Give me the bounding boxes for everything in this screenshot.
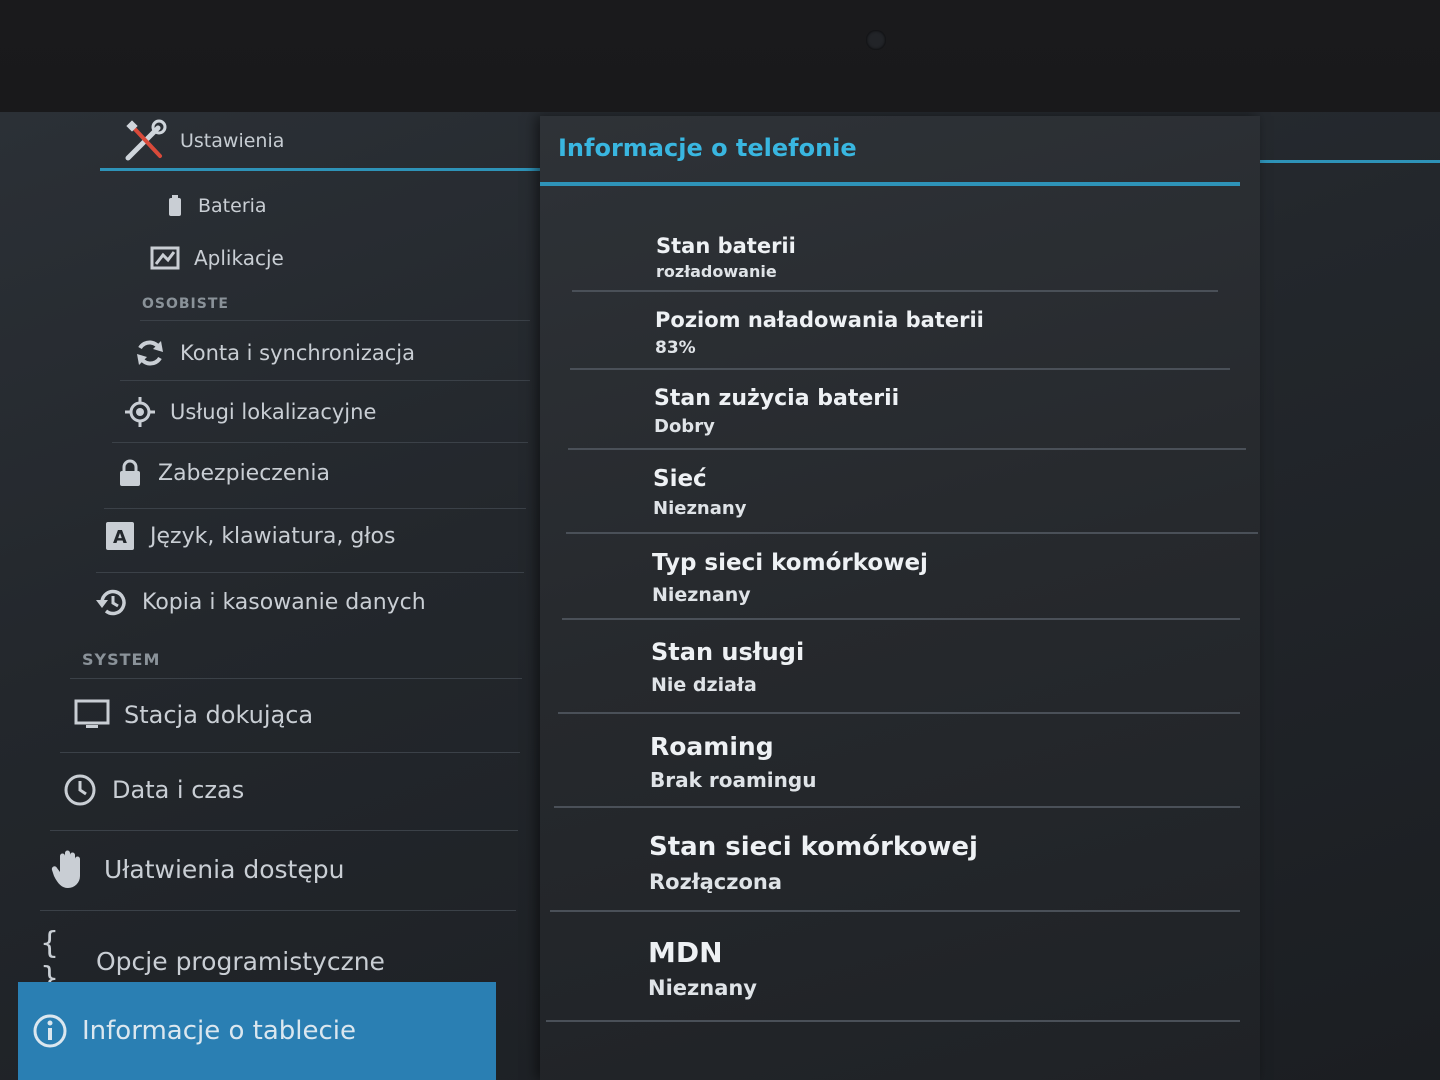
phone-info-panel: Informacje o telefonie Stan baterii rozł… [540,116,1260,1080]
sidebar-item-accounts[interactable]: Konta i synchronizacja [134,338,415,368]
info-icon [32,1013,68,1049]
row-label: Stan usługi [651,638,805,666]
svg-text:A: A [113,527,127,548]
sidebar-item-date-time[interactable]: Data i czas [62,772,244,808]
row-value: Dobry [654,416,715,437]
sidebar-item-label: Stacja dokująca [124,701,314,729]
location-icon [124,396,156,428]
divider [120,380,530,381]
battery-icon [166,194,184,218]
panel-title: Informacje o telefonie [558,134,857,162]
divider [70,678,522,679]
section-header-system: SYSTEM [82,650,161,669]
lock-icon [116,458,144,488]
row-value: Nie działa [651,674,757,696]
sidebar-item-label: Informacje o tablecie [82,1016,357,1046]
row-label: Poziom naładowania baterii [655,308,984,332]
sidebar-item-location[interactable]: Usługi lokalizacyjne [124,396,376,428]
row-label: Stan sieci komórkowej [649,832,978,862]
row-value: 83% [655,338,696,358]
row-label: Sieć [653,466,707,492]
row-divider [554,806,1240,808]
sidebar-item-security[interactable]: Zabezpieczenia [116,458,330,488]
clock-icon [62,772,98,808]
divider [140,320,530,321]
screen: Ustawienia Bateria Aplikacje OSOBISTE Ko… [0,112,1440,1080]
sidebar-item-label: Ułatwienia dostępu [104,854,345,884]
row-divider [550,910,1240,912]
sidebar-item-language[interactable]: A Język, klawiatura, głos [104,520,395,552]
sidebar-item-label: Opcje programistyczne [96,946,385,976]
app-title: Ustawienia [180,130,285,152]
row-label: Typ sieci komórkowej [652,550,928,576]
divider [60,752,520,753]
settings-tools-icon [122,118,168,164]
monitor-icon [74,698,110,732]
row-value: Rozłączona [649,870,783,894]
row-label: Roaming [650,732,774,761]
row-value: Nieznany [648,976,757,1000]
row-label: Stan baterii [656,234,796,258]
row-label: Stan zużycia baterii [654,386,900,411]
sync-icon [134,338,166,368]
section-header-personal: OSOBISTE [142,296,229,312]
sidebar-item-accessibility[interactable]: Ułatwienia dostępu [50,848,344,890]
hand-icon [50,848,90,890]
camera [866,30,886,50]
divider [40,910,516,911]
row-divider [568,448,1246,450]
row-value: Nieznany [652,584,751,606]
row-divider [570,368,1230,370]
sidebar-item-label: Bateria [198,195,267,217]
sidebar-item-backup[interactable]: Kopia i kasowanie danych [94,586,426,618]
sidebar-item-apps[interactable]: Aplikacje [150,245,284,271]
settings-sidebar: Bateria Aplikacje OSOBISTE Konta i synch… [0,170,540,1080]
sidebar-item-label: Usługi lokalizacyjne [170,400,377,424]
apps-icon [150,245,180,271]
row-divider [566,532,1258,534]
accent-line [1240,160,1440,163]
sidebar-item-battery[interactable]: Bateria [166,194,267,218]
sidebar-item-label: Język, klawiatura, głos [150,523,396,549]
row-value: rozładowanie [656,262,777,281]
app-header: Ustawienia [100,112,540,170]
divider [96,572,524,573]
sidebar-item-dock[interactable]: Stacja dokująca [74,698,313,732]
panel-title-underline [540,182,1240,186]
row-divider [558,712,1240,714]
divider [50,830,518,831]
row-divider [546,1020,1240,1022]
divider [104,508,526,509]
row-divider [572,290,1218,292]
sidebar-item-label: Konta i synchronizacja [180,341,416,365]
keyboard-icon: A [104,520,136,552]
row-divider [562,618,1240,620]
sidebar-item-label: Aplikacje [194,246,284,270]
sidebar-item-label: Kopia i kasowanie danych [142,589,426,615]
sidebar-item-about-tablet[interactable]: Informacje o tablecie [18,982,496,1080]
row-value: Nieznany [653,498,747,519]
backup-icon [94,586,128,618]
sidebar-item-label: Data i czas [112,776,245,804]
sidebar-item-label: Zabezpieczenia [158,460,330,486]
row-label: MDN [648,936,723,969]
row-value: Brak roamingu [650,768,817,792]
divider [112,442,528,443]
